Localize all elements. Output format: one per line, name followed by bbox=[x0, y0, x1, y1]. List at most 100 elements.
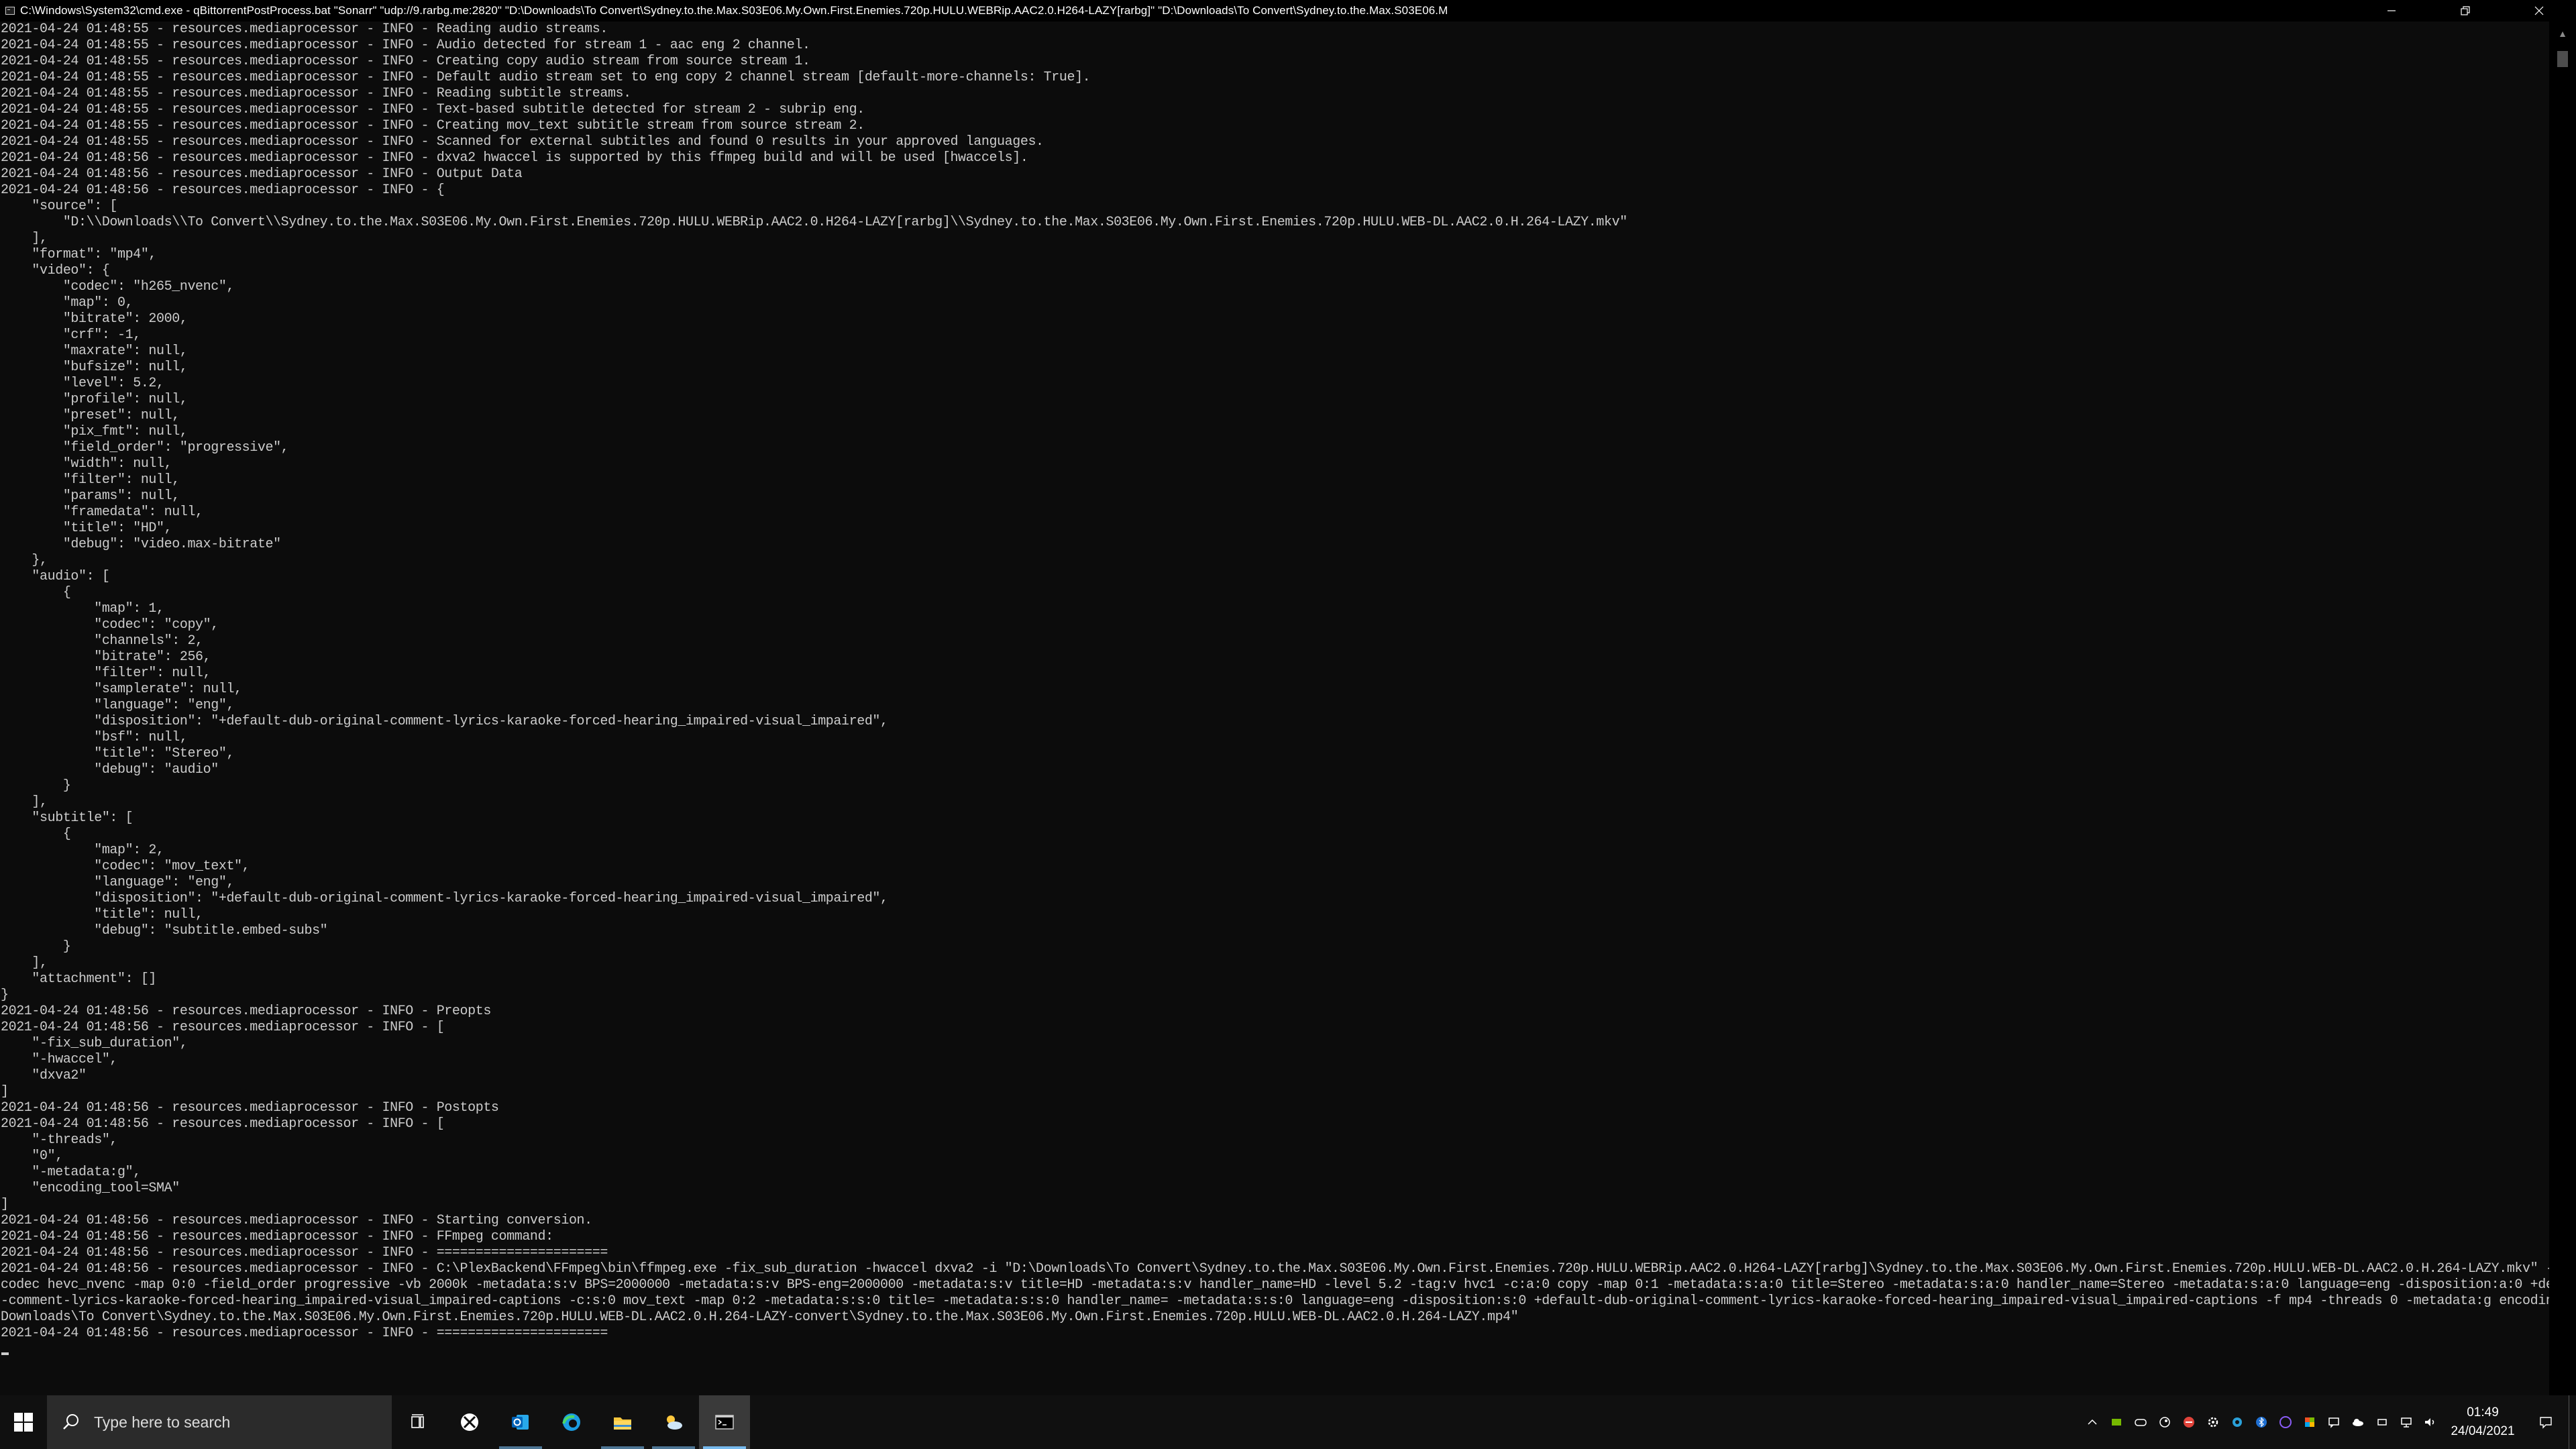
tray-onedrive-icon[interactable] bbox=[2346, 1395, 2370, 1449]
tray-network-icon[interactable] bbox=[2394, 1395, 2418, 1449]
console-line: ], bbox=[1, 794, 48, 810]
close-button[interactable] bbox=[2502, 0, 2576, 21]
tray-colorful-app-icon[interactable] bbox=[2298, 1395, 2322, 1449]
console-line: 2021-04-24 01:48:55 - resources.mediapro… bbox=[1, 38, 810, 53]
console-text: 2021-04-24 01:48:55 - resources.mediapro… bbox=[0, 21, 2549, 1342]
console-line: { bbox=[1, 585, 71, 600]
gear-icon bbox=[2208, 1417, 2218, 1428]
taskbar-app-outlook[interactable] bbox=[495, 1395, 546, 1449]
console-line: "filter": null, bbox=[1, 665, 211, 681]
running-indicator bbox=[499, 1446, 542, 1449]
gamepad-icon bbox=[2135, 1419, 2147, 1426]
text-cursor bbox=[1, 1352, 9, 1355]
clock-time: 01:49 bbox=[2467, 1405, 2499, 1419]
tray-sync-icon[interactable] bbox=[2225, 1395, 2249, 1449]
tray-bluetooth-icon[interactable] bbox=[2249, 1395, 2273, 1449]
stop-sign-icon bbox=[2184, 1417, 2194, 1428]
console-line: "-hwaccel", bbox=[1, 1052, 118, 1067]
tray-message-icon[interactable] bbox=[2322, 1395, 2346, 1449]
console-line: "encoding_tool=SMA" bbox=[1, 1181, 180, 1196]
clock-date: 24/04/2021 bbox=[2451, 1424, 2515, 1438]
console-line: "profile": null, bbox=[1, 392, 188, 407]
scrollbar-thumb[interactable] bbox=[2557, 51, 2568, 67]
search-icon bbox=[63, 1414, 78, 1430]
console-line: ], bbox=[1, 955, 48, 971]
show-hidden-icons-chevron-icon[interactable] bbox=[2080, 1395, 2104, 1449]
tray-gamepad-icon[interactable] bbox=[2129, 1395, 2153, 1449]
tray-steam-icon[interactable] bbox=[2153, 1395, 2177, 1449]
console-line: 2021-04-24 01:48:56 - resources.mediapro… bbox=[1, 1213, 592, 1228]
console-line: "map": 0, bbox=[1, 295, 133, 311]
console-line: 2021-04-24 01:48:56 - resources.mediapro… bbox=[1, 1020, 445, 1035]
console-line: 2021-04-24 01:48:56 - resources.mediapro… bbox=[1, 150, 1028, 166]
console-scrollbar[interactable]: ▲ ▼ bbox=[2549, 21, 2576, 1418]
console-line: "framedata": null, bbox=[1, 504, 203, 520]
console-line: "title": "Stereo", bbox=[1, 746, 235, 761]
cmd-app-icon bbox=[5, 7, 15, 15]
running-indicator bbox=[601, 1446, 644, 1449]
task-view-button[interactable] bbox=[392, 1395, 444, 1449]
console-line: ], bbox=[1, 231, 48, 246]
console-line: "maxrate": null, bbox=[1, 343, 188, 359]
console-line: 2021-04-24 01:48:56 - resources.mediapro… bbox=[1, 1229, 553, 1244]
taskbar-app-command-prompt[interactable] bbox=[699, 1395, 750, 1449]
start-button[interactable] bbox=[0, 1395, 47, 1449]
console-line: "pix_fmt": null, bbox=[1, 424, 188, 439]
console-line: "-fix_sub_duration", bbox=[1, 1036, 188, 1051]
tray-red-app-icon[interactable] bbox=[2177, 1395, 2201, 1449]
taskbar: Type here to search 01:49 24/04/2021 bbox=[0, 1395, 2576, 1449]
restore-button[interactable] bbox=[2428, 0, 2502, 21]
console-line: "dxva2" bbox=[1, 1068, 87, 1083]
edge-icon bbox=[562, 1413, 580, 1431]
tray-volume-icon[interactable] bbox=[2418, 1395, 2443, 1449]
console-line: 2021-04-24 01:48:55 - resources.mediapro… bbox=[1, 86, 631, 101]
purple-circle-icon bbox=[2279, 1416, 2292, 1428]
search-placeholder: Type here to search bbox=[94, 1413, 231, 1431]
console-line: 2021-04-24 01:48:56 - resources.mediapro… bbox=[1, 1326, 608, 1341]
console-line: "audio": [ bbox=[1, 569, 110, 584]
console-line: 2021-04-24 01:48:56 - resources.mediapro… bbox=[1, 1261, 2549, 1277]
console-line: "disposition": "+default-dub-original-co… bbox=[1, 891, 888, 906]
console-line: "title": null, bbox=[1, 907, 203, 922]
console-line: "video": { bbox=[1, 263, 110, 278]
console-line: 2021-04-24 01:48:55 - resources.mediapro… bbox=[1, 21, 608, 37]
tray-purple-app-icon[interactable] bbox=[2273, 1395, 2298, 1449]
outlook-icon bbox=[512, 1415, 529, 1430]
window-title-bar[interactable]: C:\Windows\System32\cmd.exe - qBittorren… bbox=[0, 0, 2576, 21]
taskbar-app-xbox[interactable] bbox=[444, 1395, 495, 1449]
console-line: "format": "mp4", bbox=[1, 247, 157, 262]
taskbar-app-edge[interactable] bbox=[546, 1395, 597, 1449]
scroll-up-arrow-icon[interactable]: ▲ bbox=[2549, 21, 2576, 46]
console-line: "subtitle": [ bbox=[1, 810, 133, 826]
console-line: "bufsize": null, bbox=[1, 360, 188, 375]
message-icon bbox=[2328, 1417, 2339, 1428]
console-line: "0", bbox=[1, 1148, 63, 1164]
console-line: "width": null, bbox=[1, 456, 172, 472]
weather-app-icon bbox=[667, 1415, 682, 1430]
console-line: "title": "HD", bbox=[1, 521, 172, 536]
notification-icon bbox=[2540, 1417, 2552, 1429]
show-desktop-button[interactable] bbox=[2569, 1395, 2576, 1449]
console-line: 2021-04-24 01:48:56 - resources.mediapro… bbox=[1, 1004, 491, 1019]
tray-nvidia-icon[interactable] bbox=[2104, 1395, 2129, 1449]
network-icon bbox=[2401, 1417, 2412, 1428]
action-center-button[interactable] bbox=[2523, 1395, 2569, 1449]
console-line: "map": 2, bbox=[1, 843, 164, 858]
taskbar-search-box[interactable]: Type here to search bbox=[47, 1395, 392, 1449]
task-view-icon bbox=[411, 1414, 424, 1428]
console-line: "disposition": "+default-dub-original-co… bbox=[1, 714, 888, 729]
console-line: "codec": "mov_text", bbox=[1, 859, 250, 874]
minimize-button[interactable] bbox=[2355, 0, 2428, 21]
tray-device-icon[interactable] bbox=[2370, 1395, 2394, 1449]
console-line: "bitrate": 256, bbox=[1, 649, 211, 665]
taskbar-app-file-explorer[interactable] bbox=[597, 1395, 648, 1449]
pinwheel-icon bbox=[2305, 1417, 2314, 1427]
console-output[interactable]: 2021-04-24 01:48:55 - resources.mediapro… bbox=[0, 21, 2549, 1390]
tray-settings-icon[interactable] bbox=[2201, 1395, 2225, 1449]
console-line: Downloads\To Convert\Sydney.to.the.Max.S… bbox=[1, 1309, 1519, 1325]
taskbar-clock[interactable]: 01:49 24/04/2021 bbox=[2443, 1395, 2523, 1449]
taskbar-app-weather[interactable] bbox=[648, 1395, 699, 1449]
console-line: "filter": null, bbox=[1, 472, 180, 488]
console-line: 2021-04-24 01:48:56 - resources.mediapro… bbox=[1, 182, 445, 198]
file-explorer-icon bbox=[614, 1417, 631, 1430]
